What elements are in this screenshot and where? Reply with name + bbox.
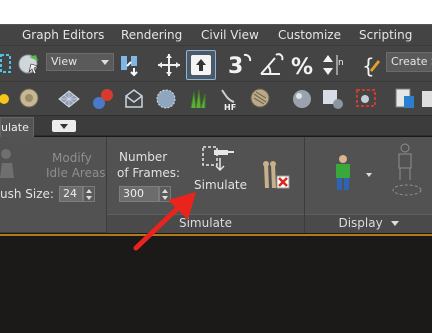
delete-simulation-icon[interactable] (258, 160, 294, 192)
sun-icon[interactable] (0, 88, 12, 110)
render-sphere-icon[interactable] (290, 86, 314, 112)
annotation-arrow-icon (133, 192, 196, 251)
menu-rendering[interactable]: Rendering (121, 28, 182, 42)
menu-civil-view[interactable]: Civil View (201, 28, 259, 42)
brush-size-spinner[interactable] (83, 186, 95, 202)
hatch-icon[interactable] (248, 86, 274, 112)
select-link-icon[interactable] (118, 52, 146, 78)
snap-3d-icon[interactable]: 3 (226, 51, 252, 79)
number-of-frames-label-2: of Frames: (117, 166, 181, 180)
modify-idle-areas-label-1: Modify (52, 151, 92, 165)
create-selection-label: Create S (391, 55, 432, 68)
scene-explorer-icon[interactable] (394, 86, 418, 112)
render-setup-icon[interactable] (320, 86, 346, 112)
menu-graph-editors[interactable]: Graph Editors (22, 28, 104, 42)
mesh-grid-icon[interactable] (56, 87, 82, 111)
display-figure-icon[interactable] (330, 154, 356, 192)
menu-customize[interactable]: Customize (278, 28, 341, 42)
chevron-down-icon[interactable] (364, 170, 374, 180)
viewport[interactable] (0, 236, 432, 333)
svg-text:3: 3 (228, 54, 243, 79)
title-strip (0, 0, 432, 24)
edit-named-selection-icon[interactable]: { (360, 52, 386, 78)
tab-populate-label: ulate (1, 121, 29, 134)
select-region-icon[interactable] (0, 52, 12, 76)
move-icon[interactable] (156, 52, 182, 78)
spinner-snap-icon[interactable]: n (322, 52, 346, 78)
hair-fur-icon[interactable]: HF (216, 86, 242, 112)
angle-snap-icon[interactable] (258, 52, 284, 78)
percent-snap-icon[interactable]: % (290, 52, 316, 78)
svg-text:HF: HF (224, 103, 236, 112)
chevron-down-icon (101, 60, 109, 65)
select-object-icon[interactable] (16, 51, 42, 77)
svg-text:n: n (338, 58, 344, 68)
select-tool-icon (191, 55, 211, 75)
display-ghost-icon[interactable] (390, 142, 424, 198)
modify-idle-areas-label-2: Idle Areas (46, 166, 106, 180)
render-frame-icon[interactable] (354, 86, 380, 112)
brush-size-input[interactable]: 24 (59, 186, 83, 202)
svg-text:%: % (291, 55, 313, 78)
gear-object-icon[interactable] (154, 86, 178, 112)
tab-populate[interactable]: ulate (0, 117, 34, 137)
grass-icon[interactable] (186, 86, 210, 112)
panel-title-display: Display (338, 216, 383, 230)
brush-size-label: ush Size: (0, 187, 54, 201)
envelope-icon[interactable] (122, 86, 146, 112)
reference-coordinate-select[interactable]: View (46, 53, 114, 71)
tab-options-dropdown[interactable] (52, 120, 76, 132)
brush-size-value: 24 (63, 187, 77, 200)
menu-scripting[interactable]: Scripting (359, 28, 412, 42)
view-select-value: View (51, 55, 78, 68)
layer-manager-icon[interactable] (420, 86, 432, 112)
chevron-down-icon (390, 221, 399, 226)
modify-idle-areas-icon (0, 149, 14, 178)
simulate-icon (202, 146, 234, 172)
panel-footer-display[interactable]: Display (305, 214, 432, 233)
material-ball-icon[interactable] (90, 86, 116, 112)
number-of-frames-label-1: Number (119, 150, 168, 164)
svg-text:{: { (362, 54, 375, 78)
sphere-icon[interactable] (18, 87, 40, 109)
create-selection-set[interactable]: Create S (386, 52, 432, 72)
